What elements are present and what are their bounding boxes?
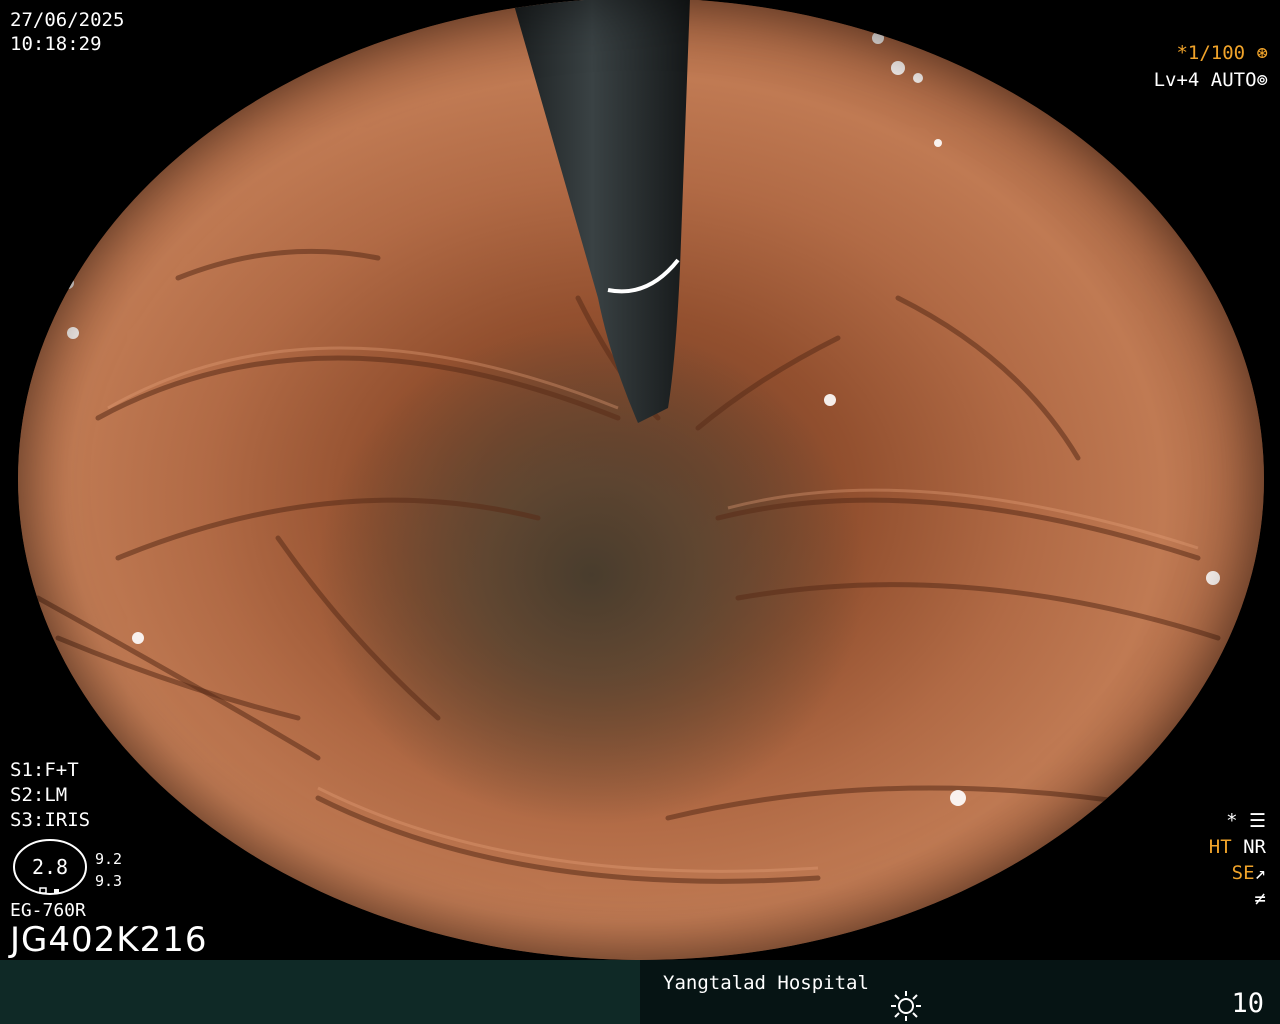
iris-side-2: 9.3 [95,872,123,890]
endoscopic-image [18,0,1264,960]
hospital-name: Yangtalad Hospital [663,972,869,994]
flag-ht: HT [1208,836,1232,858]
shutter-text: *1/100 [1176,42,1246,64]
flag-se: SE [1231,862,1255,884]
aperture-icon: ⊛ [1245,42,1268,64]
iris-values: 9.2 9.3 [95,848,122,892]
flag-star: * [1226,810,1238,832]
time-text: 10:18:29 [10,33,102,55]
date-text: 27/06/2025 [10,9,125,31]
scope-switch-settings: S1:F+T S2:LM S3:IRIS [10,758,90,833]
flag-symbol: ≠ [1254,888,1266,910]
settings-sliders-icon: ☰ [1237,810,1266,832]
level-text: Lv+4 [1153,69,1200,91]
flag-nr: NR [1243,836,1266,858]
auto-iris-icon: ⊚ [1256,69,1268,91]
mode-text: AUTO [1210,69,1257,91]
exposure-settings: *1/100 ⊛ Lv+4 AUTO⊚ [1154,40,1268,94]
scope-model: EG-760R [10,900,86,921]
datetime: 27/06/2025 10:18:29 [10,8,124,56]
mucosal-folds [35,13,1221,884]
s3-setting: S3:IRIS [10,809,91,831]
footer-bar-left [0,960,640,1024]
image-number: 10 [1231,988,1264,1019]
processing-flags: * ☰ HT NR SE↗ ≠ [1209,808,1266,912]
s2-setting: S2:LM [10,784,68,806]
se-arrow-icon: ↗ [1254,862,1266,884]
s1-setting: S1:F+T [10,759,79,781]
endoscope-shaft [512,0,690,423]
scope-serial: JG402K216 [10,920,208,960]
iris-side-1: 9.2 [95,850,123,868]
brightness-icon [891,991,921,1021]
iris-value: 2.8 [32,855,68,879]
iris-dial-icon: 2.8 [13,839,87,895]
